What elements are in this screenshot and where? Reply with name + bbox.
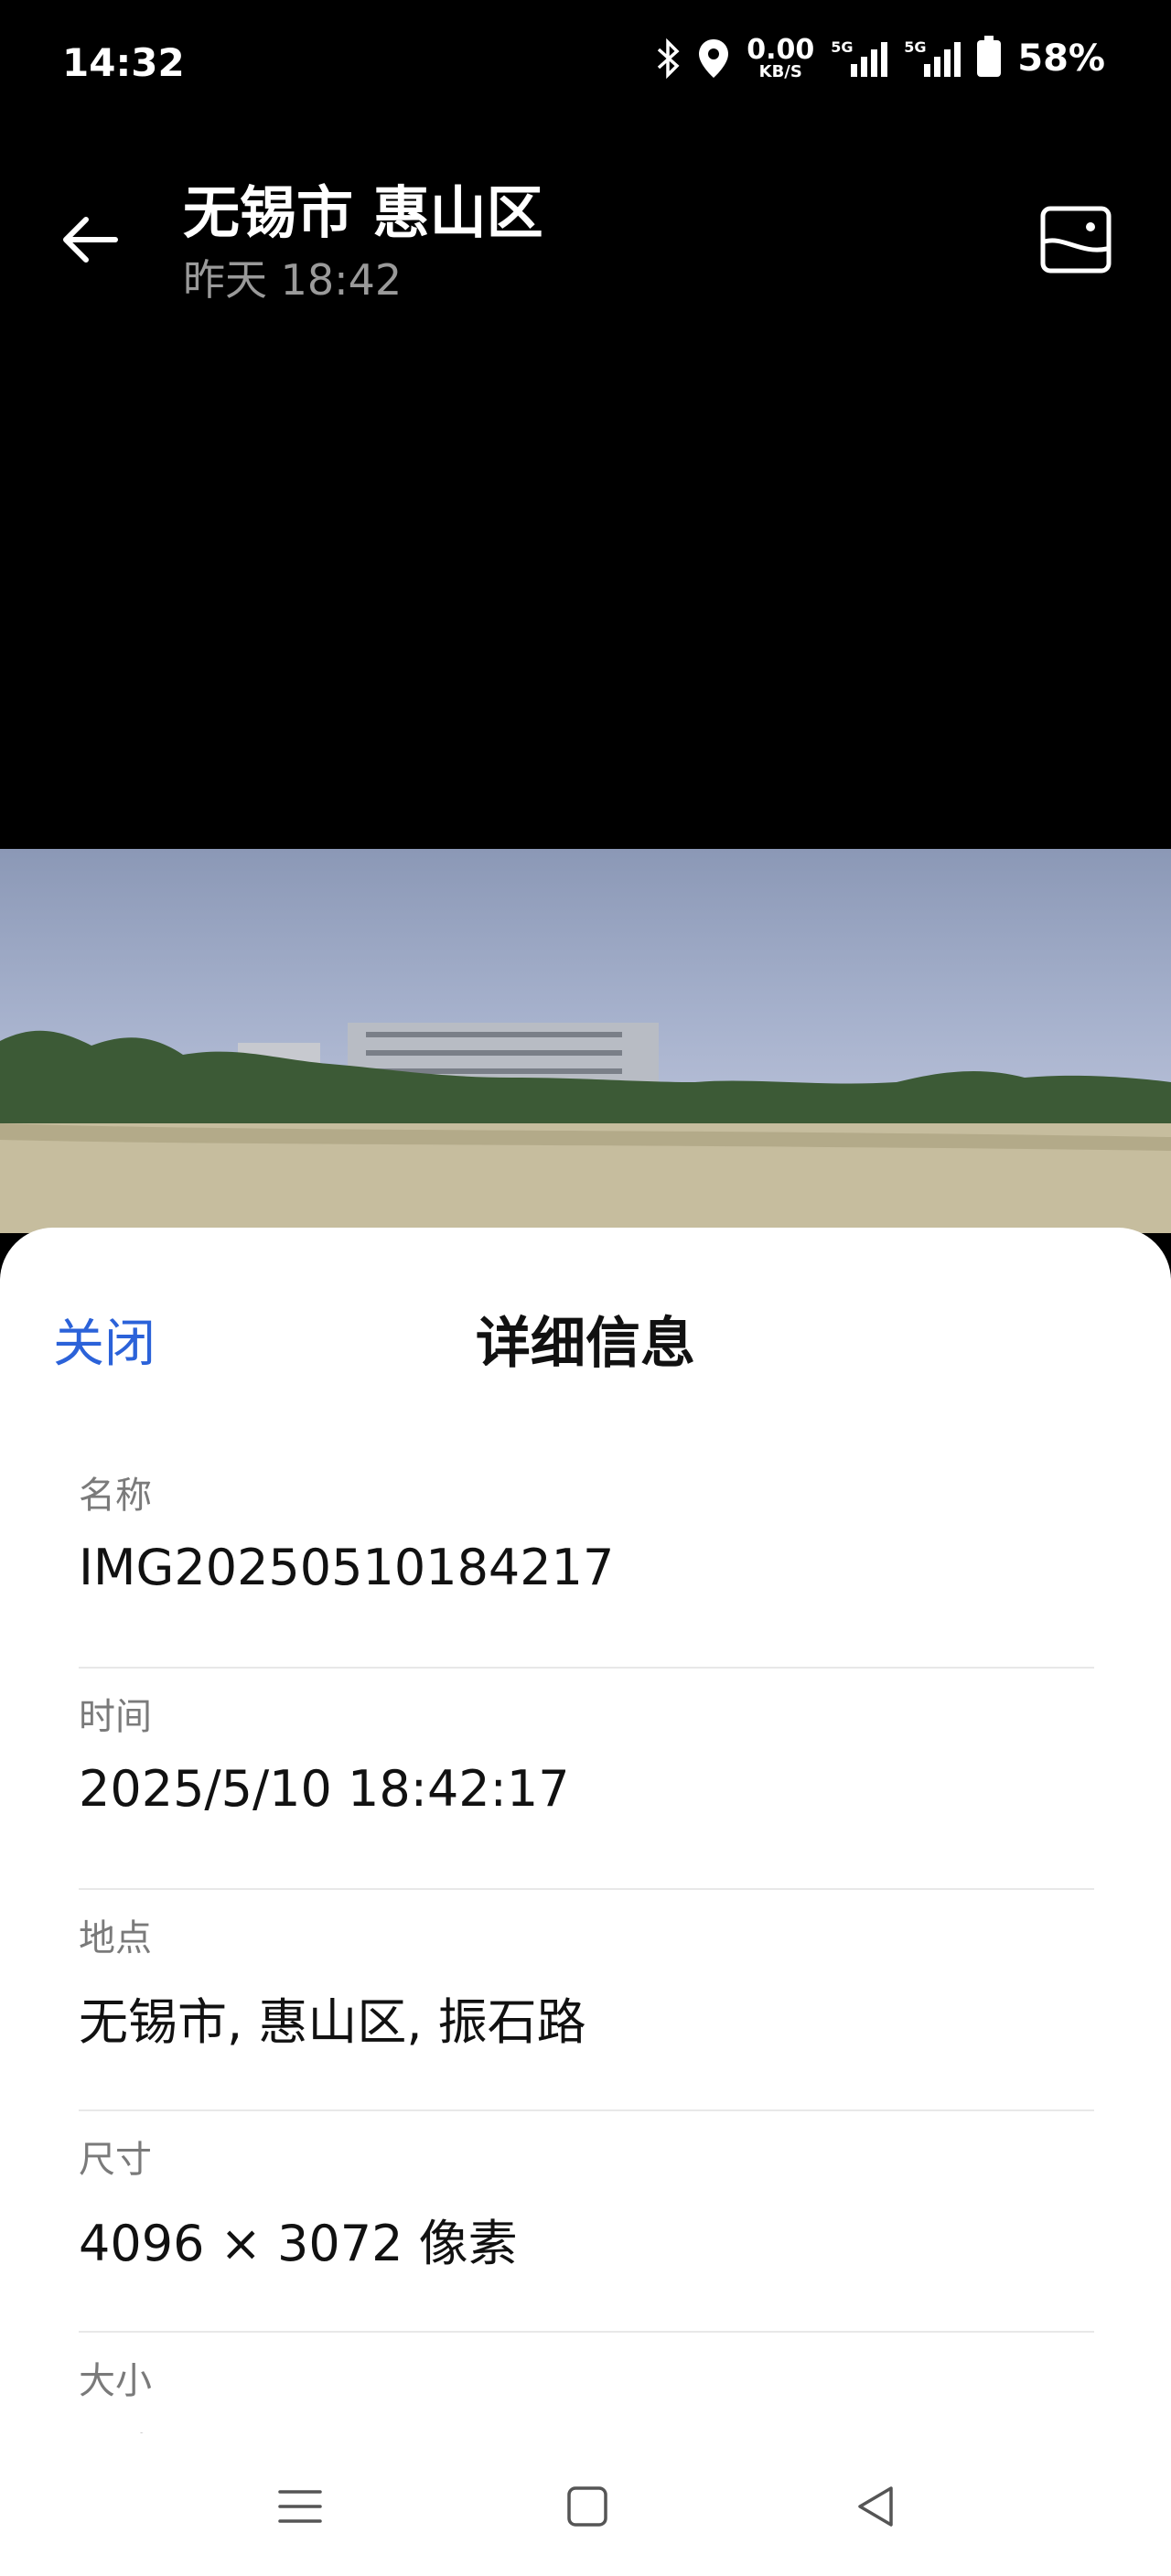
info-value: 2025/5/10 18:42:17 [79,1760,570,1818]
status-time: 14:32 [62,40,185,85]
status-bar: 14:32 0.00 KB/S 5G 5G 58% [0,0,1171,128]
location-icon [699,39,729,78]
header: 无锡市 惠山区 昨天 18:42 [0,156,1171,311]
battery-level: 58% [1017,38,1105,80]
info-label: 时间 [79,1696,152,1738]
photo-preview[interactable] [0,849,1171,1233]
info-value: IMG20250510184217 [79,1539,615,1596]
info-value: 无锡市, 惠山区, 振石路 [79,1993,586,2051]
info-item-size: 大小 7.0 MB [79,2333,1094,2444]
info-item-name: 名称 IMG20250510184217 [79,1447,1094,1669]
back-icon[interactable] [851,2481,902,2532]
sheet-title: 详细信息 [476,1312,695,1376]
network-speed: 0.00 KB/S [747,37,814,80]
info-label: 地点 [79,1917,152,1959]
battery-icon [977,36,1002,77]
back-arrow-icon[interactable] [55,203,128,276]
signal-icon-sim1: 5G [831,38,888,77]
menu-icon[interactable] [274,2481,326,2532]
signal-icon-sim2: 5G [904,38,962,77]
info-item-dimensions: 尺寸 4096 × 3072 像素 [79,2111,1094,2333]
info-item-location[interactable]: 地点 无锡市, 惠山区, 振石路 [79,1890,1094,2111]
home-icon[interactable] [562,2481,613,2532]
edit-photo-icon[interactable] [1036,199,1116,280]
info-value: 4096 × 3072 像素 [79,2215,518,2272]
details-sheet: 关闭 详细信息 名称 IMG20250510184217 时间 2025/5/1… [0,1228,1171,2444]
info-label: 名称 [79,1475,152,1517]
network-speed-value: 0.00 [747,34,815,66]
info-item-time: 时间 2025/5/10 18:42:17 [79,1669,1094,1890]
status-icons: 0.00 KB/S 5G 5G 58% [655,36,1105,80]
page-title: 无锡市 惠山区 [183,179,543,246]
info-label: 尺寸 [79,2139,152,2181]
landscape-image [0,1023,1171,1233]
sim2-label: 5G [904,38,927,56]
network-speed-unit: KB/S [758,62,802,81]
info-label: 大小 [79,2360,152,2402]
info-list: 名称 IMG20250510184217 时间 2025/5/10 18:42:… [79,1447,1094,2444]
page-subtitle: 昨天 18:42 [183,255,403,305]
sim1-label: 5G [831,38,854,56]
bluetooth-icon [658,38,680,79]
navigation-bar [0,2433,1171,2576]
